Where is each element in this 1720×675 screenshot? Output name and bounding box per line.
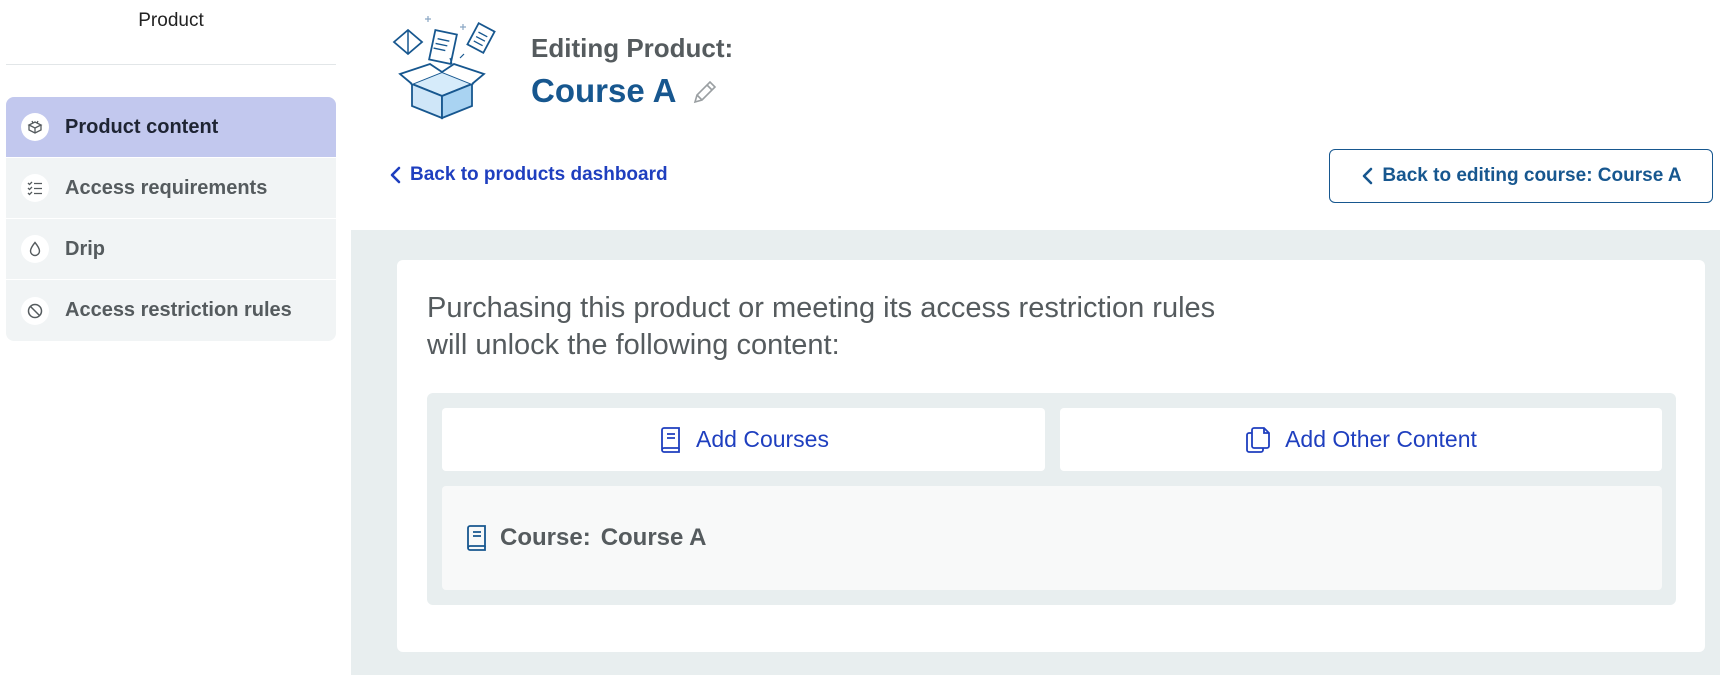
ban-icon (21, 296, 49, 325)
add-other-content-button[interactable]: Add Other Content (1060, 408, 1662, 471)
checklist-icon (21, 174, 49, 202)
back-course-button-label: Back to editing course: Course A (1382, 165, 1682, 186)
editing-label: Editing Product: (531, 33, 734, 63)
sidebar-item-label: Product content (65, 115, 219, 138)
back-link-label: Back to products dashboard (410, 164, 668, 185)
chevron-left-icon (390, 166, 401, 184)
sidebar-item-access-restriction-rules[interactable]: Access restriction rules (6, 280, 336, 341)
book-icon (467, 525, 486, 551)
back-to-products-dashboard-link[interactable]: Back to products dashboard (388, 164, 668, 186)
sidebar-item-label: Access restriction rules (65, 299, 292, 321)
drop-icon (21, 235, 49, 263)
content-panel: Add Courses Add Other Content Course: Co… (427, 393, 1676, 605)
sidebar-item-access-requirements[interactable]: Access requirements (6, 158, 336, 219)
unlock-description: Purchasing this product or meeting its a… (427, 290, 1287, 364)
product-content-card: Purchasing this product or meeting its a… (397, 260, 1705, 652)
back-to-editing-course-button[interactable]: Back to editing course: Course A (1329, 149, 1713, 203)
course-type-label: Course: (500, 524, 591, 551)
sidebar: Product Product content Access requireme… (0, 0, 340, 675)
sidebar-title: Product (6, 0, 336, 65)
pencil-edit-icon[interactable] (690, 77, 720, 107)
box-open-icon (21, 113, 49, 141)
course-list-item: Course: Course A (442, 486, 1662, 590)
course-name: Course A (600, 524, 707, 551)
add-courses-button[interactable]: Add Courses (442, 408, 1045, 471)
product-box-illustration-icon (392, 16, 496, 120)
sidebar-item-drip[interactable]: Drip (6, 219, 336, 280)
sidebar-menu: Product content Access requirements Drip (6, 97, 336, 341)
add-courses-label: Add Courses (696, 426, 829, 452)
add-other-content-label: Add Other Content (1285, 426, 1477, 452)
unlock-description-line1: Purchasing this product or meeting its a… (427, 292, 1216, 324)
unlock-description-line2: will unlock the following content: (427, 329, 840, 361)
sidebar-item-label: Access requirements (65, 176, 268, 199)
copy-documents-icon (1246, 426, 1270, 453)
book-icon (661, 426, 680, 453)
main-content-area: Purchasing this product or meeting its a… (351, 230, 1720, 675)
sidebar-item-label: Drip (65, 237, 105, 260)
product-name: Course A (531, 72, 677, 109)
sidebar-item-product-content[interactable]: Product content (6, 97, 336, 158)
chevron-left-icon (1363, 167, 1373, 185)
